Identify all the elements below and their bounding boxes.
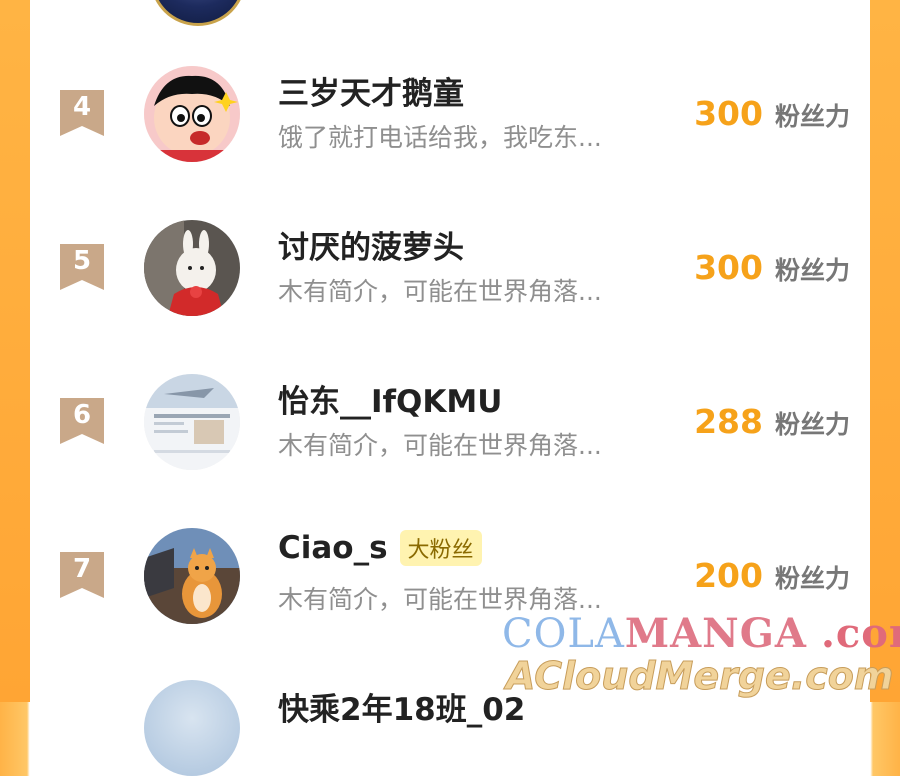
left-orange-border xyxy=(0,0,30,702)
fan-power-value: 288 xyxy=(694,402,763,441)
rank-number: 5 xyxy=(72,246,92,276)
user-name-text: Ciao_s xyxy=(278,530,388,566)
avatar-next-partial[interactable] xyxy=(144,680,240,776)
rank-ribbon: 6 xyxy=(60,398,104,444)
right-orange-border xyxy=(870,0,900,702)
fan-power-value: 300 xyxy=(694,94,763,133)
fan-power-unit: 粉丝力 xyxy=(774,410,850,439)
user-name-next-partial[interactable]: 快乘2年18班_02 xyxy=(278,684,525,729)
user-name[interactable]: Ciao_s 大粉丝 xyxy=(278,530,482,566)
avatar[interactable] xyxy=(144,374,240,470)
fan-power-value: 200 xyxy=(694,556,763,595)
rank-number: 7 xyxy=(72,554,92,584)
rank-ribbon: 7 xyxy=(60,552,104,598)
user-name[interactable]: 怡东__IfQKMU xyxy=(278,376,502,421)
watermark-part: COLA xyxy=(502,611,625,657)
user-bio: 木有简介，可能在世界角落... xyxy=(278,277,602,306)
avatar[interactable] xyxy=(144,528,240,624)
fan-power: 288 粉丝力 xyxy=(694,402,850,441)
user-name[interactable]: 三岁天才鹅童 xyxy=(278,68,464,113)
rank-number: 6 xyxy=(72,400,92,430)
watermark-part: .com xyxy=(820,610,900,657)
rank-number: 4 xyxy=(72,92,92,122)
rank-ribbon: 4 xyxy=(60,90,104,136)
avatar[interactable] xyxy=(144,66,240,162)
ranking-row[interactable]: 4 三岁天才鹅童 饿了就打电话给我，我吃东... 300 粉丝力 xyxy=(30,62,870,172)
big-fan-badge: 大粉丝 xyxy=(399,530,482,566)
fan-power: 200 粉丝力 xyxy=(694,556,850,595)
user-bio: 饿了就打电话给我，我吃东... xyxy=(278,123,602,152)
user-bio: 木有简介，可能在世界角落... xyxy=(278,431,602,460)
fan-power-value: 300 xyxy=(694,248,763,287)
watermark-acloudmerge: ACloudMerge.com xyxy=(505,654,894,699)
avatar[interactable] xyxy=(144,220,240,316)
watermark-colamanga: COLAMANGA .com xyxy=(502,610,900,657)
watermark-part: MANGA xyxy=(624,610,807,657)
ranking-row[interactable]: 6 怡东__IfQKMU 木有简介，可能在世界角落... 288 粉丝力 xyxy=(30,370,870,480)
fan-power: 300 粉丝力 xyxy=(694,248,850,287)
fan-power-unit: 粉丝力 xyxy=(774,564,850,593)
fan-power-unit: 粉丝力 xyxy=(774,256,850,285)
fan-power-unit: 粉丝力 xyxy=(774,102,850,131)
user-name[interactable]: 讨厌的菠萝头 xyxy=(278,222,464,267)
rank-ribbon: 5 xyxy=(60,244,104,290)
ranking-row[interactable]: 5 讨厌的菠萝头 木有简介，可能在世界角落... 300 粉丝力 xyxy=(30,216,870,326)
fan-power: 300 粉丝力 xyxy=(694,94,850,133)
